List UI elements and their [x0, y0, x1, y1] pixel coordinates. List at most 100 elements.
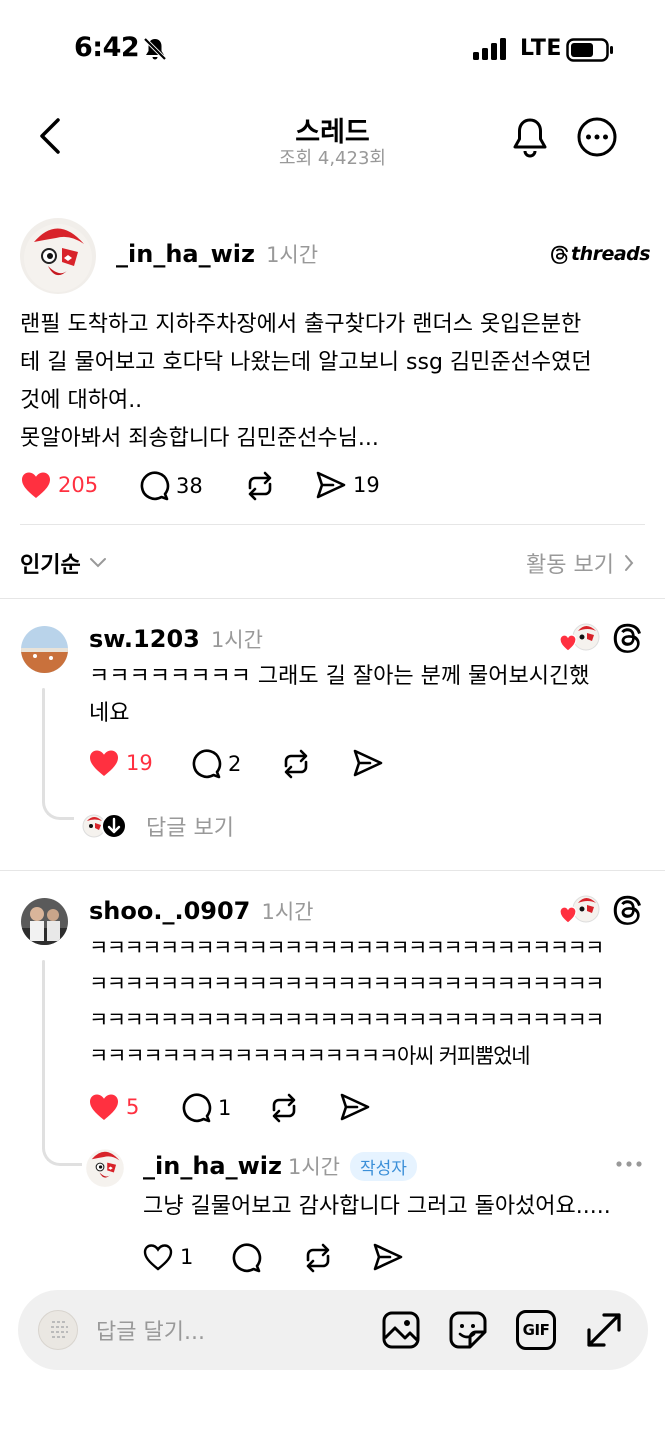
comment-count: 1	[218, 1096, 232, 1120]
nested-reply-header: _in_ha_wiz 1시간 작성자	[143, 1151, 417, 1181]
post-line: 것에 대하여..	[20, 388, 143, 413]
thread-line-curve	[42, 1130, 82, 1166]
reply-line: ㅋㅋㅋㅋㅋㅋㅋㅋㅋㅋㅋㅋㅋㅋㅋㅋㅋㅋㅋㅋㅋㅋㅋㅋㅋㅋㅋㅋㅋ	[89, 972, 604, 996]
repost-icon	[243, 470, 277, 502]
comment-button[interactable]	[230, 1242, 262, 1274]
threads-icon	[612, 620, 644, 654]
send-icon	[352, 748, 384, 778]
avatar[interactable]	[21, 626, 68, 673]
activity-label: 활동 보기	[526, 553, 614, 578]
like-count: 205	[58, 473, 99, 497]
threads-wordmark: threads	[571, 243, 651, 265]
thread-line-curve	[42, 784, 74, 820]
comment-button[interactable]: 38	[138, 470, 203, 502]
reply-line: ㅋㅋㅋㅋㅋㅋㅋㅋ 그래도 길 잘아는 분께 물어보시긴했	[89, 664, 590, 689]
sticker-icon[interactable]	[448, 1310, 488, 1350]
heart-outline-icon	[142, 1242, 174, 1272]
threads-brand: threads	[550, 243, 651, 265]
comment-icon	[190, 748, 222, 780]
reply-line: ㅋㅋㅋㅋㅋㅋㅋㅋㅋㅋㅋㅋㅋㅋㅋㅋㅋ아씨 커피뿜었네	[89, 1044, 531, 1068]
like-count: 1	[180, 1245, 194, 1269]
reply-avatar-stack-icon	[82, 812, 128, 840]
like-count: 5	[126, 1095, 140, 1119]
comment-count: 38	[176, 474, 203, 498]
like-count: 19	[126, 751, 153, 775]
post-body: 랜필 도착하고 지하주차장에서 출구찾다가 랜더스 옷입은분한 테 길 물어보고…	[20, 306, 592, 458]
nested-reply-body: 그냥 길물어보고 감사합니다 그러고 돌아섰어요.....	[143, 1194, 611, 1219]
comment-icon	[180, 1092, 212, 1124]
battery-icon	[566, 38, 614, 62]
send-icon	[372, 1242, 404, 1272]
share-button[interactable]: 19	[315, 470, 380, 500]
activity-link[interactable]: 활동 보기	[526, 547, 634, 579]
repost-button[interactable]	[279, 748, 313, 780]
send-icon	[315, 470, 347, 500]
comment-icon	[230, 1242, 262, 1274]
post-header: _in_ha_wiz 1시간	[116, 239, 318, 269]
send-icon	[339, 1092, 371, 1122]
reply-username[interactable]: shoo._.0907	[89, 897, 250, 925]
bell-icon[interactable]	[510, 116, 550, 158]
comment-button[interactable]: 1	[180, 1092, 231, 1124]
reply-time: 1시간	[261, 900, 314, 924]
image-icon[interactable]	[381, 1310, 421, 1350]
comment-icon	[138, 470, 170, 502]
chevron-right-icon	[624, 554, 634, 572]
repost-icon	[267, 1092, 301, 1124]
view-replies-label: 답글 보기	[146, 816, 234, 841]
reply-header: sw.1203 1시간	[89, 624, 263, 654]
comment-button[interactable]: 2	[190, 748, 241, 780]
sort-label: 인기순	[20, 553, 81, 578]
share-count: 19	[353, 473, 380, 497]
chevron-down-icon	[89, 557, 107, 569]
reply-line: 네요	[89, 701, 130, 726]
like-button[interactable]: 205	[20, 470, 98, 500]
view-replies-button[interactable]: 답글 보기	[82, 810, 234, 842]
like-button[interactable]: 1	[142, 1242, 193, 1272]
gif-icon[interactable]: GIF	[516, 1310, 556, 1350]
avatar[interactable]	[21, 898, 68, 945]
post-line: 테 길 물어보고 호다닥 나왔는데 알고보니 ssg 김민준선수였던	[20, 350, 592, 375]
post-time: 1시간	[266, 243, 319, 267]
post-username[interactable]: _in_ha_wiz	[116, 240, 255, 268]
heart-filled-icon	[88, 748, 120, 778]
threads-icon	[612, 892, 644, 926]
repost-button[interactable]	[243, 470, 277, 502]
reply-time: 1시간	[287, 1155, 340, 1179]
repost-icon	[301, 1242, 335, 1274]
thread-line	[42, 960, 45, 1150]
comment-count: 2	[228, 752, 242, 776]
avatar[interactable]	[84, 1146, 126, 1188]
sort-dropdown[interactable]: 인기순	[20, 547, 107, 579]
bell-slash-icon	[142, 36, 168, 62]
avatar	[38, 1310, 78, 1350]
reply-time: 1시간	[210, 628, 263, 652]
share-button[interactable]	[352, 748, 384, 778]
more-icon[interactable]	[576, 116, 618, 158]
reply-line: ㅋㅋㅋㅋㅋㅋㅋㅋㅋㅋㅋㅋㅋㅋㅋㅋㅋㅋㅋㅋㅋㅋㅋㅋㅋㅋㅋㅋㅋ	[89, 936, 604, 960]
reply-username[interactable]: _in_ha_wiz	[143, 1152, 282, 1180]
network-label: LTE	[520, 36, 562, 61]
status-time: 6:42	[74, 32, 140, 63]
avatar[interactable]	[20, 218, 96, 294]
author-liked-icon	[560, 623, 602, 653]
like-button[interactable]: 19	[88, 748, 153, 778]
share-button[interactable]	[372, 1242, 404, 1272]
reply-input[interactable]: 답글 달기...	[96, 1314, 205, 1346]
like-button[interactable]: 5	[88, 1092, 139, 1122]
repost-icon	[279, 748, 313, 780]
divider	[0, 870, 665, 871]
more-icon[interactable]	[614, 1158, 644, 1170]
divider	[0, 598, 665, 599]
expand-icon[interactable]	[584, 1310, 624, 1350]
view-count: 조회 4,423회	[279, 148, 386, 169]
reply-body: ㅋㅋㅋㅋㅋㅋㅋㅋㅋㅋㅋㅋㅋㅋㅋㅋㅋㅋㅋㅋㅋㅋㅋㅋㅋㅋㅋㅋㅋ ㅋㅋㅋㅋㅋㅋㅋㅋㅋㅋ…	[89, 930, 604, 1074]
repost-button[interactable]	[267, 1092, 301, 1124]
repost-button[interactable]	[301, 1242, 335, 1274]
author-badge: 작성자	[349, 1151, 417, 1181]
author-liked-icon	[560, 895, 602, 925]
signal-icon	[472, 38, 508, 60]
heart-filled-icon	[20, 470, 52, 500]
share-button[interactable]	[339, 1092, 371, 1122]
reply-username[interactable]: sw.1203	[89, 625, 200, 653]
